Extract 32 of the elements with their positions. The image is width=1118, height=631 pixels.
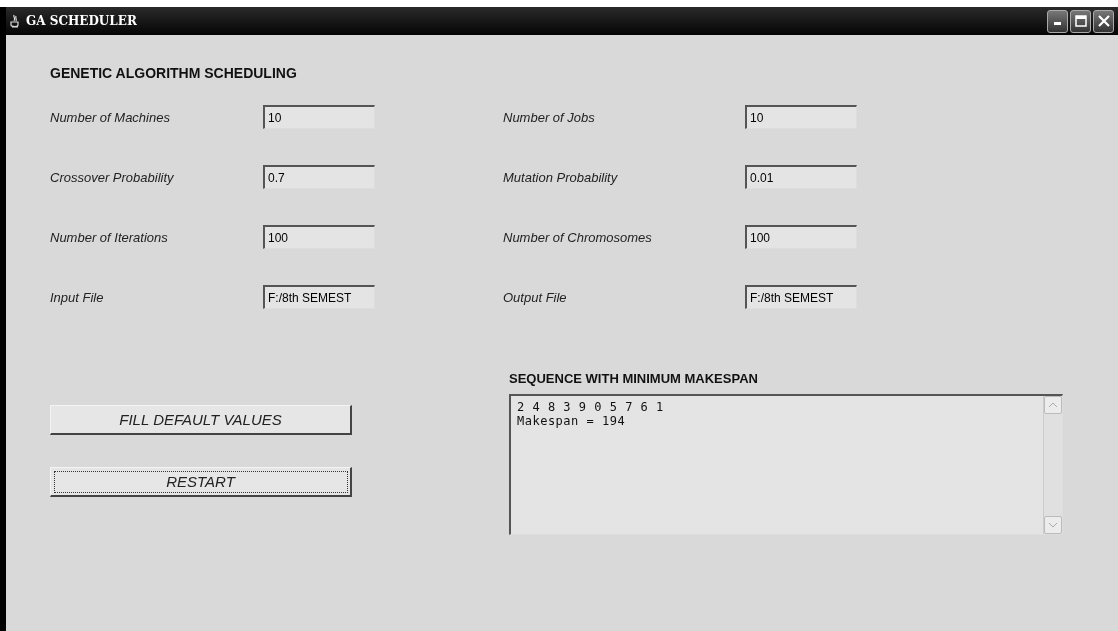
input-field[interactable]: 0.7	[263, 165, 375, 189]
output-line: Makespan = 194	[517, 414, 626, 428]
output-line: 2 4 8 3 9 0 5 7 6 1	[517, 400, 664, 414]
input-field[interactable]: 100	[745, 225, 857, 249]
output-text-area[interactable]: 2 4 8 3 9 0 5 7 6 1 Makespan = 194	[509, 394, 1063, 535]
field-label: Number of Chromosomes	[503, 229, 652, 245]
maximize-button[interactable]	[1070, 9, 1091, 33]
close-button[interactable]	[1093, 9, 1114, 33]
restart-button[interactable]: RESTART	[50, 467, 352, 497]
input-field[interactable]: 100	[263, 225, 375, 249]
output-heading: SEQUENCE WITH MINIMUM MAKESPAN	[509, 371, 758, 386]
form-heading: GENETIC ALGORITHM SCHEDULING	[50, 65, 297, 81]
minimize-button[interactable]	[1047, 9, 1068, 33]
fill-defaults-button[interactable]: FILL DEFAULT VALUES	[50, 405, 352, 435]
field-label: Mutation Probability	[503, 169, 618, 185]
field-label: Input File	[50, 289, 104, 305]
input-field[interactable]: 0.01	[745, 165, 857, 189]
input-field[interactable]: 10	[263, 105, 375, 129]
window-title: GA SCHEDULER	[26, 14, 138, 28]
input-field[interactable]: F:/8th SEMEST	[745, 285, 857, 309]
field-label: Number of Jobs	[503, 109, 595, 125]
cup-icon	[10, 14, 20, 28]
chevron-up-icon	[1048, 402, 1058, 408]
close-icon	[1097, 15, 1110, 27]
field-label: Number of Machines	[50, 109, 170, 125]
maximize-icon	[1074, 15, 1087, 27]
field-label: Output File	[503, 289, 567, 305]
chevron-down-icon	[1048, 522, 1058, 528]
field-label: Number of Iterations	[50, 229, 168, 245]
input-field[interactable]: 10	[745, 105, 857, 129]
input-field[interactable]: F:/8th SEMEST	[263, 285, 375, 309]
field-label: Crossover Probability	[50, 169, 174, 185]
